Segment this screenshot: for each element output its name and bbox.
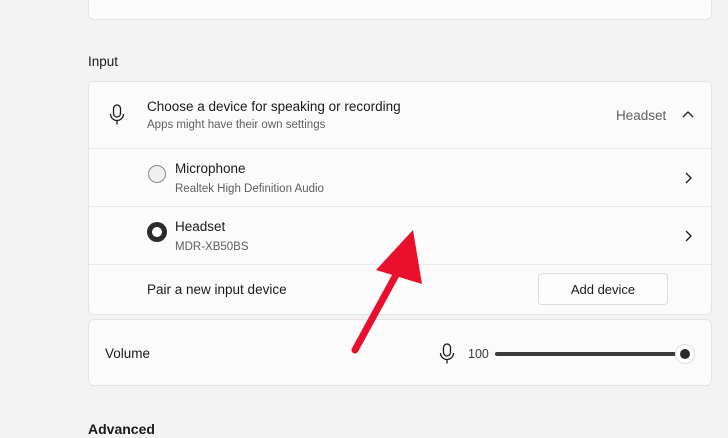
chevron-right-icon[interactable] <box>683 171 693 185</box>
radio-headset[interactable] <box>147 222 167 242</box>
input-section-title: Input <box>88 54 119 69</box>
microphone-icon[interactable] <box>439 343 455 365</box>
microphone-icon <box>109 104 125 125</box>
chevron-up-icon[interactable] <box>681 109 695 119</box>
volume-slider-thumb[interactable] <box>675 344 695 364</box>
pair-device-label: Pair a new input device <box>147 282 287 297</box>
choose-device-row[interactable]: Choose a device for speaking or recordin… <box>89 82 711 148</box>
add-device-button[interactable]: Add device <box>538 273 668 305</box>
device-row-microphone[interactable]: Microphone Realtek High Definition Audio <box>89 149 711 206</box>
choose-device-sublabel: Apps might have their own settings <box>147 119 326 131</box>
radio-microphone[interactable] <box>148 165 166 183</box>
selected-device-value: Headset <box>616 108 667 123</box>
device-name: Headset <box>175 219 226 234</box>
device-name: Microphone <box>175 161 246 176</box>
device-detail: Realtek High Definition Audio <box>175 183 324 195</box>
choose-device-label: Choose a device for speaking or recordin… <box>147 99 401 114</box>
volume-slider-track[interactable] <box>495 352 677 356</box>
device-detail: MDR-XB50BS <box>175 241 249 253</box>
volume-value: 100 <box>468 347 489 361</box>
volume-label: Volume <box>105 346 151 361</box>
annotation-arrow-icon <box>351 230 422 354</box>
advanced-section-title: Advanced <box>88 421 155 437</box>
chevron-right-icon[interactable] <box>683 229 693 243</box>
previous-settings-card <box>88 0 712 20</box>
